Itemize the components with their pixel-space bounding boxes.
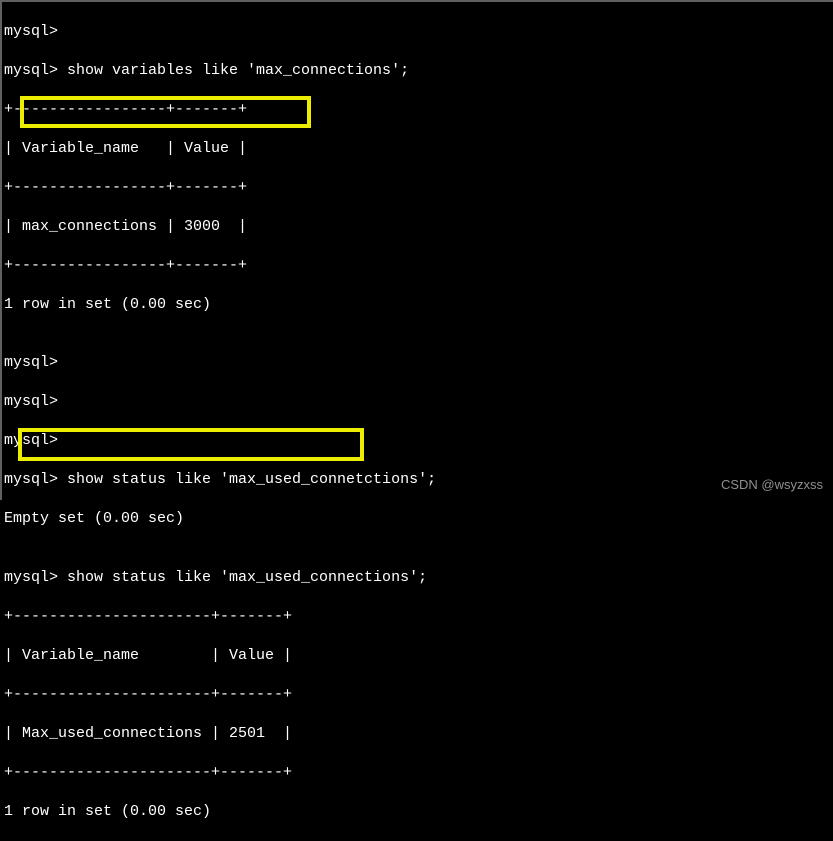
watermark: CSDN @wsyzxss bbox=[721, 477, 823, 494]
result-summary: Empty set (0.00 sec) bbox=[4, 509, 831, 529]
table-border: +----------------------+-------+ bbox=[4, 685, 831, 705]
prompt-line: mysql> bbox=[4, 22, 831, 42]
table-border: +-----------------+-------+ bbox=[4, 178, 831, 198]
table-row: | Max_used_connections | 2501 | bbox=[4, 724, 831, 744]
table-row: | max_connections | 3000 | bbox=[4, 217, 831, 237]
command-line: mysql> show variables like 'max_connecti… bbox=[4, 61, 831, 81]
result-summary: 1 row in set (0.00 sec) bbox=[4, 802, 831, 822]
result-summary: 1 row in set (0.00 sec) bbox=[4, 295, 831, 315]
table-border: +----------------------+-------+ bbox=[4, 763, 831, 783]
prompt-line: mysql> bbox=[4, 431, 831, 451]
table-header: | Variable_name | Value | bbox=[4, 139, 831, 159]
table-border: +----------------------+-------+ bbox=[4, 607, 831, 627]
table-header: | Variable_name | Value | bbox=[4, 646, 831, 666]
command-line: mysql> show status like 'max_used_connec… bbox=[4, 568, 831, 588]
table-border: +-----------------+-------+ bbox=[4, 100, 831, 120]
prompt-line: mysql> bbox=[4, 353, 831, 373]
prompt-line: mysql> bbox=[4, 392, 831, 412]
table-border: +-----------------+-------+ bbox=[4, 256, 831, 276]
terminal-output[interactable]: mysql> mysql> show variables like 'max_c… bbox=[0, 0, 833, 500]
command-line: mysql> show status like 'max_used_connet… bbox=[4, 470, 831, 490]
